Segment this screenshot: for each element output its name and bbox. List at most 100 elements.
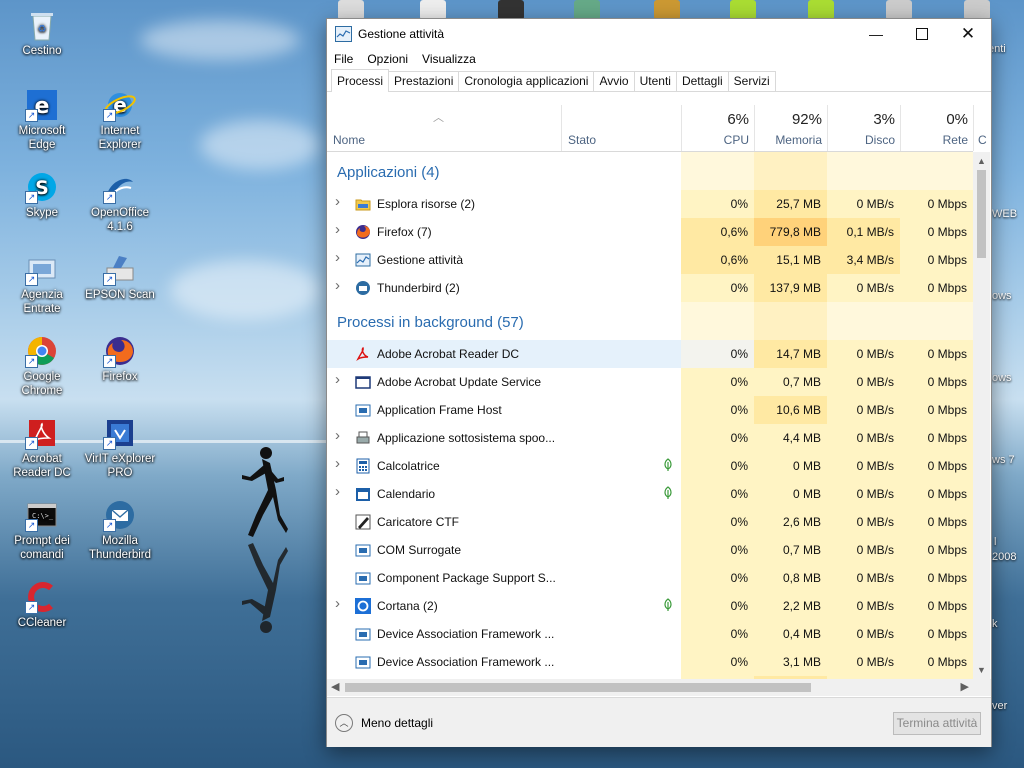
desktop-icon-firefox[interactable]: ↗ Firefox — [82, 334, 158, 384]
process-disk-value: 0 MB/s — [827, 190, 900, 218]
tab-processi[interactable]: Processi — [331, 69, 390, 92]
suspended-leaf-icon — [663, 458, 673, 475]
tab-dettagli[interactable]: Dettagli — [675, 71, 729, 91]
desktop-icon-label: OpenOffice 4.1.6 — [91, 207, 149, 233]
desktop-icon-cestino[interactable]: ♻ Cestino — [4, 8, 80, 58]
calculator-icon — [355, 458, 371, 474]
tab-prestazioni[interactable]: Prestazioni — [388, 71, 460, 91]
menu-visualizza[interactable]: Visualizza — [422, 52, 476, 66]
column-header-cpu[interactable]: 6% CPU — [681, 105, 755, 151]
column-header-rete[interactable]: 0% Rete — [900, 105, 974, 151]
taskbar-partial-icon[interactable] — [886, 0, 912, 20]
app-frame-icon — [355, 402, 371, 418]
process-row[interactable]: Adobe Acrobat Reader DC 0% 14,7 MB 0 MB/s 0 … — [327, 340, 973, 368]
tab-servizi[interactable]: Servizi — [727, 71, 776, 91]
desktop-icon-label: Prompt dei comandi — [14, 535, 70, 561]
process-row[interactable]: › Thunderbird (2) 0% 137,9 MB 0 MB/s 0 Mbps — [327, 274, 973, 302]
process-cpu-value: 0,6% — [681, 246, 754, 274]
desktop-icon-prompt-comandi[interactable]: C:\>_ ↗ Prompt dei comandi — [4, 498, 80, 562]
process-row[interactable]: Component Package Support S... 0% 0,8 MB 0 … — [327, 564, 973, 592]
column-header-nome[interactable]: ︿ Nome — [327, 105, 561, 151]
expand-chevron-icon[interactable]: › — [335, 595, 340, 612]
desktop-icon-openoffice[interactable]: ↗ OpenOffice 4.1.6 — [82, 170, 158, 234]
column-label: Nome — [333, 133, 366, 147]
desktop-icon-skype[interactable]: S ↗ Skype — [4, 170, 80, 220]
scroll-left-icon[interactable]: ◀ — [331, 680, 339, 693]
process-row[interactable]: › Cortana (2) 0% 2,2 MB 0 MB/s 0 Mbps — [327, 592, 973, 620]
column-header-stato[interactable]: Stato — [561, 105, 682, 151]
desktop-icon-agenzia-entrate[interactable]: ↗ Agenzia Entrate — [4, 252, 80, 316]
group-header-applicazioni[interactable]: Applicazioni (4) — [337, 164, 440, 181]
horizontal-scrollbar[interactable]: ◀ ▶ — [327, 679, 973, 696]
process-cpu-value: 0% — [681, 480, 754, 508]
taskbar-partial-icon[interactable] — [964, 0, 990, 20]
agenzia-entrate-icon: ↗ — [25, 252, 59, 286]
column-header-memoria[interactable]: 92% Memoria — [754, 105, 828, 151]
taskbar-partial-icon[interactable] — [654, 0, 680, 20]
column-header-partial[interactable]: C — [973, 105, 992, 151]
process-row[interactable]: › Applicazione sottosistema spoo... 0% 4,4 … — [327, 424, 973, 452]
expand-chevron-icon[interactable]: › — [335, 277, 340, 294]
scrollbar-thumb[interactable] — [345, 683, 811, 692]
end-task-button[interactable]: Termina attività — [893, 712, 981, 735]
close-button[interactable]: ✕ — [945, 19, 991, 49]
fewer-details-button[interactable]: ︿ Meno dettagli — [335, 714, 433, 732]
minimize-button[interactable]: — — [853, 19, 899, 49]
vertical-scrollbar[interactable]: ▲ ▼ — [973, 152, 990, 679]
title-bar[interactable]: Gestione attività — ✕ — [327, 19, 991, 49]
tab-avvio[interactable]: Avvio — [593, 71, 635, 91]
process-net-value: 0 Mbps — [900, 508, 973, 536]
taskbar-partial-icon[interactable] — [808, 0, 834, 20]
desktop-icon-internet-explorer[interactable]: e ↗ Internet Explorer — [82, 88, 158, 152]
process-row[interactable]: Application Frame Host 0% 10,6 MB 0 MB/s 0 M… — [327, 396, 973, 424]
process-cpu-value: 0% — [681, 340, 754, 368]
taskbar-partial-icon[interactable] — [574, 0, 600, 20]
desktop-icon-ccleaner[interactable]: ↗ CCleaner — [4, 580, 80, 630]
process-row[interactable]: › Adobe Acrobat Update Service 0% 0,7 MB 0 M… — [327, 368, 973, 396]
expand-chevron-icon[interactable]: › — [335, 371, 340, 388]
menu-opzioni[interactable]: Opzioni — [367, 52, 408, 66]
process-cpu-value: 0,6% — [681, 218, 754, 246]
expand-chevron-icon[interactable]: › — [335, 193, 340, 210]
task-manager-icon — [335, 26, 352, 42]
desktop-icon-edge[interactable]: e ↗ Microsoft Edge — [4, 88, 80, 152]
expand-chevron-icon[interactable]: › — [335, 427, 340, 444]
taskbar-partial-icon[interactable] — [420, 0, 446, 20]
scroll-up-icon[interactable]: ▲ — [973, 156, 990, 166]
tab-utenti[interactable]: Utenti — [633, 71, 677, 91]
process-row[interactable]: COM Surrogate 0% 0,7 MB 0 MB/s 0 Mbps — [327, 536, 973, 564]
taskbar-partial-icon[interactable] — [338, 0, 364, 20]
process-row[interactable]: Caricatore CTF 0% 2,6 MB 0 MB/s 0 Mbps — [327, 508, 973, 536]
expand-chevron-icon[interactable]: › — [335, 455, 340, 472]
process-disk-value: 0 MB/s — [827, 424, 900, 452]
desktop-icon-virit[interactable]: ↗ VirIT eXplorer PRO — [82, 416, 158, 480]
maximize-button[interactable] — [899, 19, 945, 49]
desktop-icon-google-chrome[interactable]: ↗ Google Chrome — [4, 334, 80, 398]
process-row[interactable]: Device Association Framework ... 0% 0,4 MB… — [327, 620, 973, 648]
desktop-icon-acrobat-reader[interactable]: ↗ Acrobat Reader DC — [4, 416, 80, 480]
process-row[interactable]: › Calendario 0% 0 MB 0 MB/s 0 Mbps — [327, 480, 973, 508]
process-row[interactable]: Device Association Framework ... 0% 3,1 MB… — [327, 648, 973, 676]
process-row[interactable]: › Gestione attività 0,6% 15,1 MB 3,4 MB/s 0 M… — [327, 246, 973, 274]
process-row[interactable]: › Firefox (7) 0,6% 779,8 MB 0,1 MB/s 0 Mbps — [327, 218, 973, 246]
taskbar-partial-icon[interactable] — [498, 0, 524, 20]
process-row[interactable]: › Esplora risorse (2) 0% 25,7 MB 0 MB/s 0 Mbp… — [327, 190, 973, 218]
expand-chevron-icon[interactable]: › — [335, 249, 340, 266]
process-name: COM Surrogate — [377, 543, 462, 557]
scrollbar-thumb[interactable] — [977, 170, 986, 258]
internet-explorer-icon: e ↗ — [103, 88, 137, 122]
tab-cronologia-applicazioni[interactable]: Cronologia applicazioni — [458, 71, 595, 91]
expand-chevron-icon[interactable]: › — [335, 221, 340, 238]
group-header-background[interactable]: Processi in background (57) — [337, 314, 524, 331]
process-row[interactable]: › Calcolatrice 0% 0 MB 0 MB/s 0 Mbps — [327, 452, 973, 480]
expand-chevron-icon[interactable]: › — [335, 483, 340, 500]
desktop-partial-label: 2008 — [992, 551, 1017, 563]
scroll-right-icon[interactable]: ▶ — [961, 680, 969, 693]
menu-file[interactable]: File — [334, 52, 353, 66]
column-header-disco[interactable]: 3% Disco — [827, 105, 901, 151]
taskbar-partial-icon[interactable] — [730, 0, 756, 20]
scroll-down-icon[interactable]: ▼ — [973, 665, 990, 675]
desktop-icon-thunderbird[interactable]: ↗ Mozilla Thunderbird — [82, 498, 158, 562]
desktop-icon-epson-scan[interactable]: ↗ EPSON Scan — [82, 252, 158, 302]
command-prompt-icon: C:\>_ ↗ — [25, 498, 59, 532]
